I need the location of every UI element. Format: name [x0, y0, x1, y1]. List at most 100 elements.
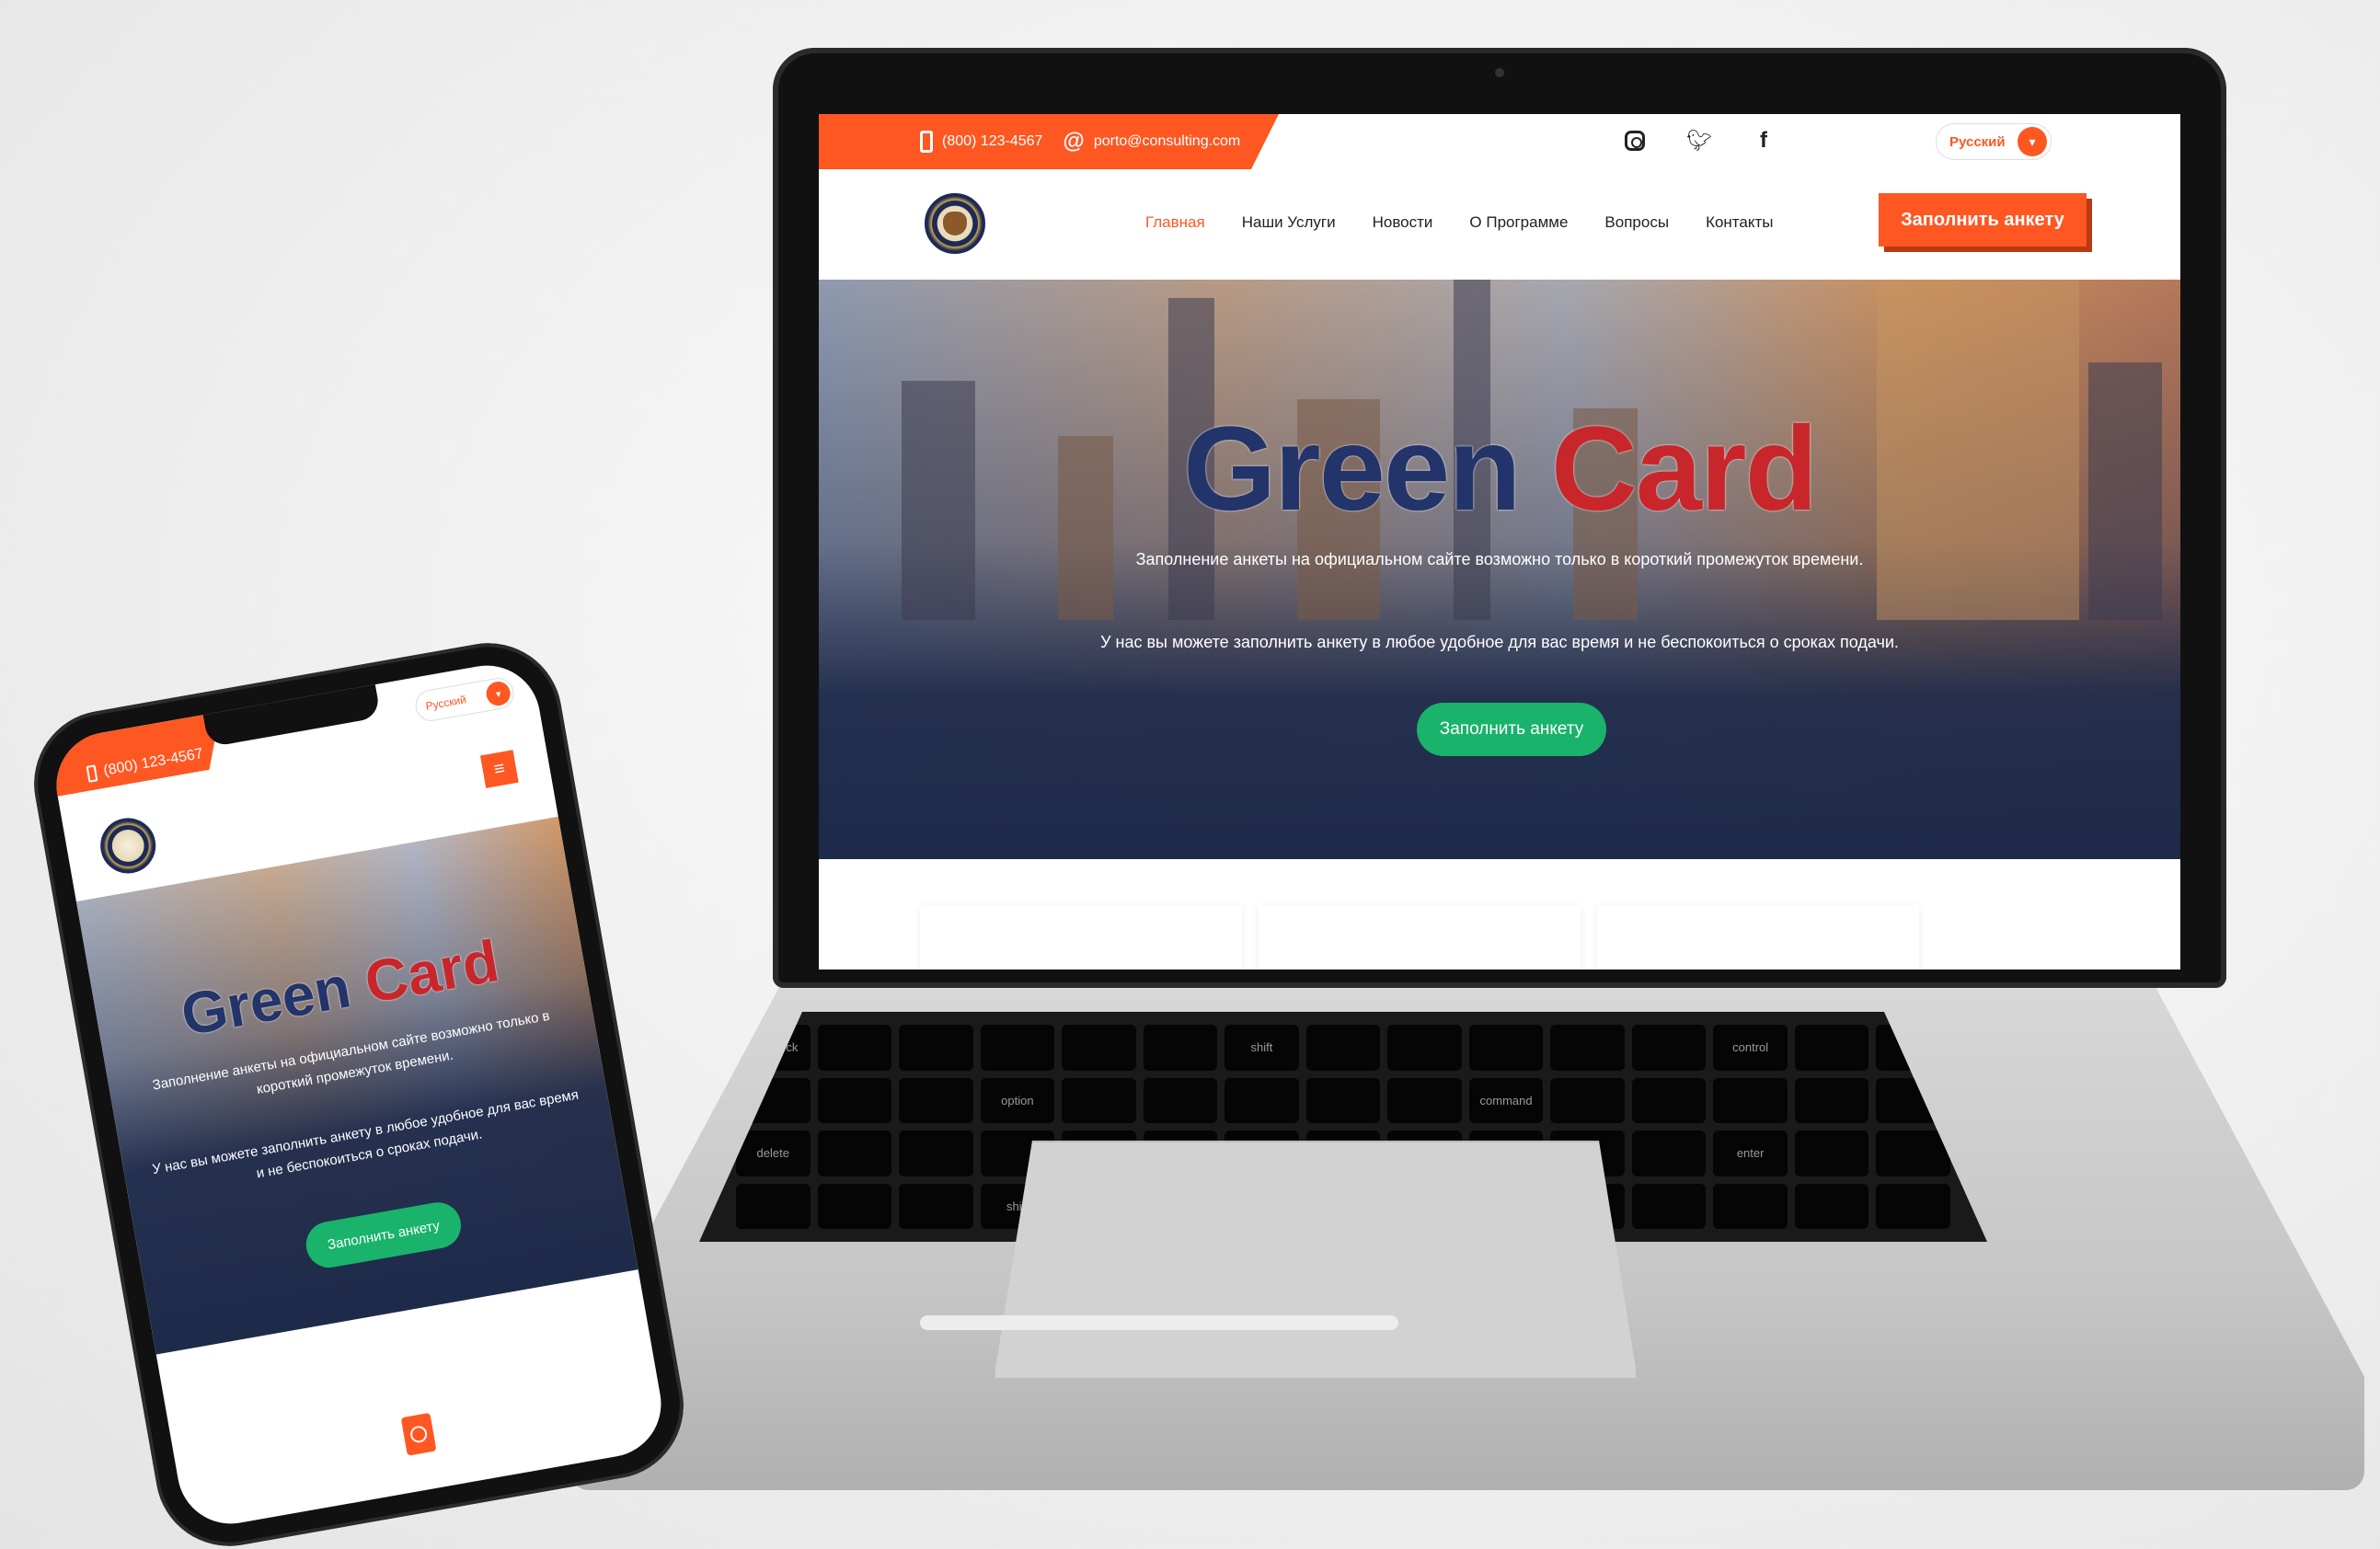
- mobile-hero-section: Green Card Заполнение анкеты на официаль…: [75, 816, 638, 1355]
- keyboard-key: [817, 1183, 892, 1229]
- smartphone: (800) 123-4567 Русский ▾ ≡ Green Card За…: [22, 631, 696, 1549]
- twitter-icon: 🐦︎: [1686, 129, 1712, 152]
- mobile-phone-icon: [86, 764, 98, 782]
- keyboard-key: [1631, 1130, 1707, 1176]
- nav-item-home[interactable]: Главная: [1145, 213, 1205, 232]
- keyboard-key: [1713, 1077, 1788, 1123]
- phone-number: (800) 123-4567: [942, 133, 1043, 149]
- hero-title: Green Card: [819, 408, 2180, 528]
- keyboard-key: [1794, 1183, 1869, 1229]
- feature-cards: [920, 905, 1919, 970]
- globe-icon: [408, 1424, 429, 1444]
- keyboard-key: delete: [736, 1130, 811, 1176]
- nav-item-about-program[interactable]: О Программе: [1469, 213, 1568, 232]
- keyboard-key: [899, 1077, 973, 1123]
- keyboard-key: [1631, 1077, 1707, 1123]
- mobile-fill-form-button[interactable]: Заполнить анкету: [302, 1199, 465, 1272]
- keyboard-key: [736, 1183, 811, 1229]
- keyboard-key: [980, 1025, 1055, 1071]
- mobile-phone-number: (800) 123-4567: [102, 745, 204, 779]
- nav-item-news[interactable]: Новости: [1373, 213, 1433, 232]
- fill-form-button-header[interactable]: Заполнить анкету: [1879, 193, 2087, 247]
- laptop-front-lip: [920, 1315, 1398, 1330]
- keyboard-key: [817, 1025, 892, 1071]
- hero-section: Green Card Заполнение анкеты на официаль…: [819, 280, 2180, 859]
- keyboard-key: [1631, 1025, 1707, 1071]
- keyboard-key: [1224, 1077, 1299, 1123]
- hero-title-card: Card: [1550, 401, 1818, 535]
- keyboard-key: [1062, 1025, 1136, 1071]
- language-label: Русский: [1949, 133, 2006, 150]
- keyboard-key: enter: [1713, 1130, 1788, 1176]
- contact-strip: (800) 123-4567 @ porto@consulting.com: [819, 114, 1279, 169]
- main-navbar: Главная Наши Услуги Новости О Программе …: [819, 178, 2180, 280]
- keyboard-key: [1550, 1025, 1625, 1071]
- nav-item-contacts[interactable]: Контакты: [1706, 213, 1773, 232]
- instagram-icon: [1625, 131, 1645, 151]
- nav-item-faq[interactable]: Вопросы: [1604, 213, 1669, 232]
- keyboard-key: command: [1468, 1077, 1544, 1123]
- keyboard-key: [1794, 1130, 1869, 1176]
- hero-paragraph-1: Заполнение анкеты на официальном сайте в…: [1135, 550, 1864, 568]
- keyboard-key: option: [980, 1077, 1055, 1123]
- hamburger-icon: ≡: [492, 757, 507, 780]
- keyboard-key: [899, 1130, 973, 1176]
- keyboard-key: [899, 1025, 973, 1071]
- email-address: porto@consulting.com: [1093, 133, 1241, 149]
- laptop-screen: (800) 123-4567 @ porto@consulting.com 🐦︎…: [819, 114, 2180, 970]
- keyboard-key: [1468, 1025, 1544, 1071]
- hamburger-menu-button[interactable]: ≡: [480, 750, 519, 788]
- feature-card[interactable]: [1259, 905, 1581, 970]
- keyboard-key: [1794, 1025, 1869, 1071]
- chevron-down-icon[interactable]: ▾: [484, 679, 512, 708]
- mobile-hero-title-green: Green: [176, 953, 356, 1049]
- feature-card[interactable]: [920, 905, 1242, 970]
- phone-contact[interactable]: (800) 123-4567: [920, 131, 1042, 153]
- laptop-lid: (800) 123-4567 @ porto@consulting.com 🐦︎…: [773, 48, 2226, 988]
- keyboard-key: [899, 1183, 973, 1229]
- keyboard-key: [1143, 1077, 1218, 1123]
- keyboard-key: [1550, 1077, 1625, 1123]
- nav-item-services[interactable]: Наши Услуги: [1242, 213, 1336, 232]
- email-contact[interactable]: @ porto@consulting.com: [1063, 129, 1240, 155]
- chevron-down-icon[interactable]: ▾: [2018, 127, 2047, 156]
- keyboard-key: [1305, 1077, 1381, 1123]
- keyboard-key: [1794, 1077, 1869, 1123]
- keyboard-key: shift: [1224, 1025, 1299, 1071]
- embassy-seal-logo[interactable]: [925, 193, 985, 254]
- laptop-trackpad: [994, 1141, 1638, 1380]
- mobile-language-label: Русский: [424, 693, 467, 713]
- keyboard-key: [1143, 1025, 1218, 1071]
- facebook-icon: f: [1760, 128, 1767, 153]
- keyboard-key: [1876, 1130, 1950, 1176]
- instagram-link[interactable]: [1623, 129, 1647, 153]
- keyboard-key: [1062, 1077, 1136, 1123]
- feature-card[interactable]: [1597, 905, 1919, 970]
- mobile-language-selector[interactable]: Русский ▾: [413, 675, 517, 724]
- hero-paragraph-2: У нас вы можете заполнить анкету в любое…: [1100, 633, 1899, 651]
- keyboard-key: [817, 1077, 892, 1123]
- social-links: 🐦︎ f: [1623, 128, 1776, 153]
- keyboard-key: [1876, 1183, 1950, 1229]
- fill-form-button-hero[interactable]: Заполнить анкету: [1417, 703, 1606, 756]
- keyboard-key: [1631, 1183, 1707, 1229]
- mobile-phone-icon: [920, 131, 933, 153]
- keyboard-key: [1387, 1025, 1462, 1071]
- at-sign-icon: @: [1063, 129, 1085, 154]
- keyboard-key: [1713, 1183, 1788, 1229]
- keyboard-key: control: [1713, 1025, 1788, 1071]
- hero-title-green: Green: [1182, 401, 1522, 535]
- laptop-camera: [1495, 68, 1504, 77]
- keyboard-key: [1305, 1025, 1381, 1071]
- facebook-link[interactable]: f: [1752, 128, 1776, 153]
- keyboard-key: [817, 1130, 892, 1176]
- twitter-link[interactable]: 🐦︎: [1686, 129, 1712, 153]
- mobile-hero-title-card: Card: [360, 927, 504, 1016]
- nav-menu: Главная Наши Услуги Новости О Программе …: [1145, 213, 1774, 232]
- top-bar: (800) 123-4567 @ porto@consulting.com 🐦︎…: [819, 114, 2180, 178]
- mobile-floating-button[interactable]: [400, 1412, 437, 1456]
- eagle-emblem-icon: [943, 212, 967, 235]
- mobile-embassy-seal-logo[interactable]: [96, 813, 160, 878]
- keyboard-key: [1387, 1077, 1462, 1123]
- language-selector[interactable]: Русский ▾: [1936, 123, 2052, 160]
